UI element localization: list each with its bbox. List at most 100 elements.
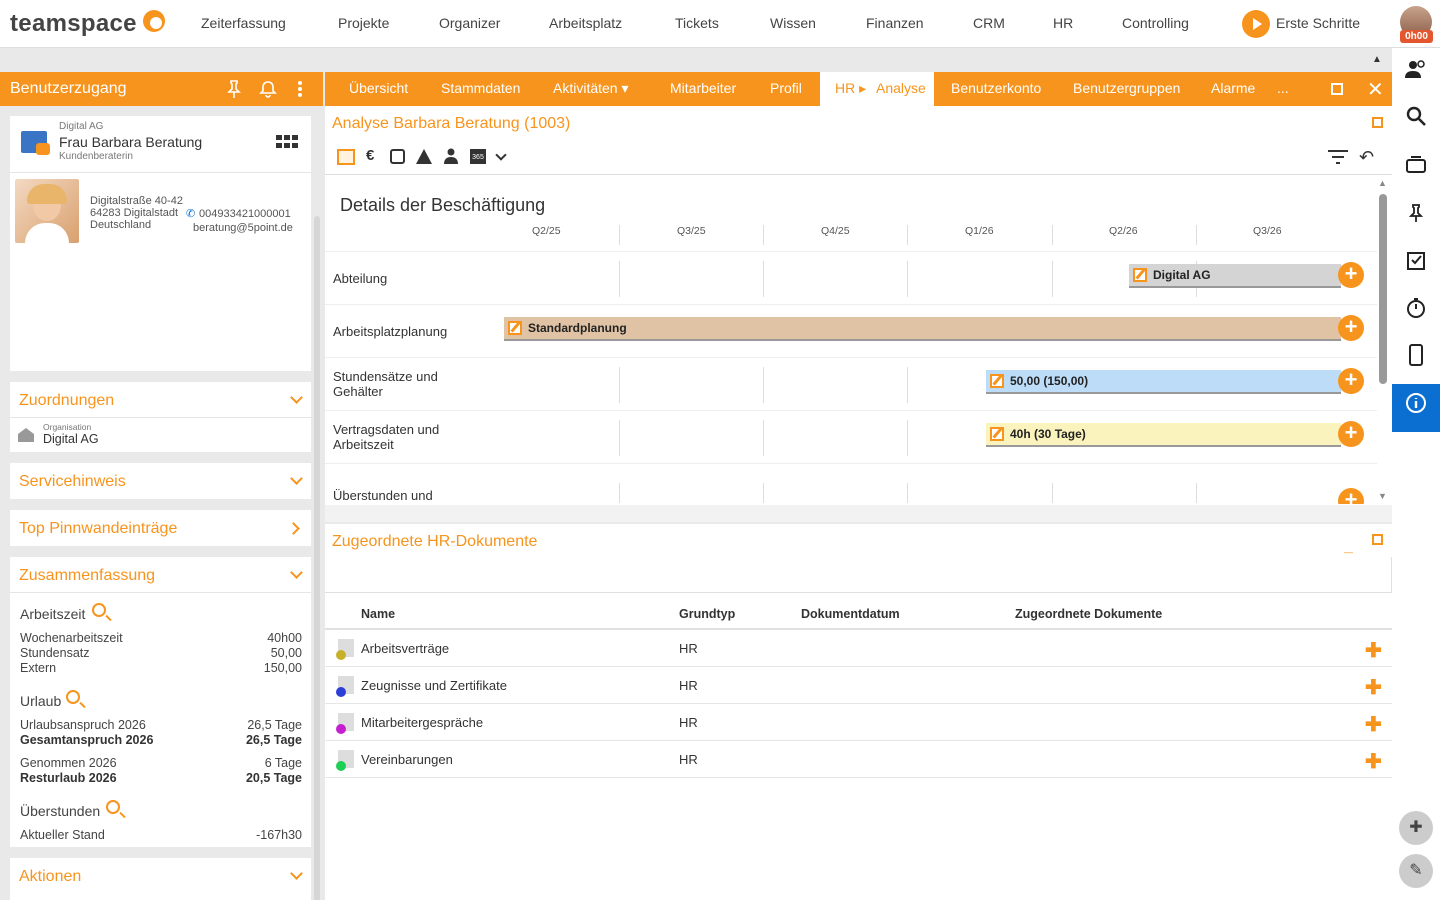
nav-projekte[interactable]: Projekte: [338, 15, 389, 31]
left-scrollbar[interactable]: [314, 216, 320, 900]
undo-icon[interactable]: ↶: [1359, 147, 1374, 168]
warning-icon[interactable]: [416, 149, 432, 164]
tab-uebersicht[interactable]: Übersicht: [349, 80, 408, 96]
filter-icon[interactable]: [1328, 150, 1348, 167]
wrench-icon[interactable]: ✎: [1399, 854, 1433, 888]
pin-icon[interactable]: [1392, 192, 1440, 240]
search-icon[interactable]: [106, 800, 120, 814]
nav-hr[interactable]: HR: [1053, 15, 1073, 31]
tab-stammdaten[interactable]: Stammdaten: [441, 80, 520, 96]
edit-icon[interactable]: [990, 374, 1004, 388]
chevron-down-icon[interactable]: [290, 391, 303, 404]
edit-icon[interactable]: [508, 321, 522, 335]
table-row[interactable]: Vereinbarungen HR ✚: [325, 741, 1392, 778]
tab-benutzergruppen[interactable]: Benutzergruppen: [1073, 80, 1180, 96]
chevron-right-icon[interactable]: [287, 522, 300, 535]
app-logo[interactable]: teamspace: [10, 10, 137, 38]
add-button[interactable]: +: [1338, 488, 1364, 504]
tab-aktivitaeten[interactable]: Aktivitäten ▾: [553, 80, 629, 97]
scroll-up-icon[interactable]: ▲: [1372, 54, 1382, 65]
tab-hr-parent[interactable]: HR ▸: [835, 80, 866, 97]
pinnwand-section[interactable]: Top Pinnwandeinträge: [10, 510, 311, 546]
inbox-icon[interactable]: [1392, 144, 1440, 192]
doc-name[interactable]: Vereinbarungen: [361, 752, 453, 767]
add-button[interactable]: +: [1338, 315, 1364, 341]
grid-menu-icon[interactable]: [276, 135, 298, 152]
table-row[interactable]: Arbeitsverträge HR ✚: [325, 630, 1392, 667]
play-icon[interactable]: [1242, 10, 1270, 38]
scroll-down-icon[interactable]: ▼: [1378, 491, 1387, 501]
chevron-down-icon[interactable]: [290, 472, 303, 485]
chevron-down-icon[interactable]: [495, 149, 507, 161]
timeline-bar-arbeitsplatzplanung[interactable]: Standardplanung: [504, 317, 1341, 341]
add-document-icon[interactable]: ✚: [1365, 749, 1382, 774]
servicehinweis-section[interactable]: Servicehinweis: [10, 463, 311, 499]
servicehinweis-title[interactable]: Servicehinweis: [19, 473, 126, 491]
timeline-bar-abteilung[interactable]: Digital AG: [1129, 264, 1341, 288]
column-header-name[interactable]: Name: [361, 607, 395, 621]
nav-crm[interactable]: CRM: [973, 15, 1005, 31]
nav-wissen[interactable]: Wissen: [770, 15, 816, 31]
chevron-down-icon[interactable]: [290, 566, 303, 579]
doc-name[interactable]: Arbeitsverträge: [361, 641, 449, 656]
column-header-dokumentdatum[interactable]: Dokumentdatum: [801, 607, 900, 621]
scroll-up-icon[interactable]: ▲: [1378, 178, 1387, 188]
search-icon[interactable]: [92, 603, 106, 617]
nav-finanzen[interactable]: Finanzen: [866, 15, 924, 31]
users-icon[interactable]: [1392, 48, 1440, 96]
contact-phone[interactable]: 004933421000001: [199, 208, 291, 220]
add-button[interactable]: +: [1338, 421, 1364, 447]
tab-benutzerkonto[interactable]: Benutzerkonto: [951, 80, 1041, 96]
nav-arbeitsplatz[interactable]: Arbeitsplatz: [549, 15, 622, 31]
fullscreen-icon[interactable]: [1331, 83, 1343, 95]
table-row[interactable]: Mitarbeitergespräche HR ✚: [325, 704, 1392, 741]
person-icon[interactable]: [443, 148, 459, 167]
nav-controlling[interactable]: Controlling: [1122, 15, 1189, 31]
search-icon[interactable]: [1392, 96, 1440, 144]
tab-analyse[interactable]: Analyse: [876, 80, 926, 96]
column-header-zugeordnete[interactable]: Zugeordnete Dokumente: [1015, 607, 1162, 621]
organisation-value[interactable]: Digital AG: [43, 432, 99, 446]
chart-view-icon[interactable]: [337, 149, 355, 165]
nav-tickets[interactable]: Tickets: [675, 15, 719, 31]
zuordnungen-title[interactable]: Zuordnungen: [19, 392, 114, 410]
erste-schritte-link[interactable]: Erste Schritte: [1276, 15, 1360, 31]
bell-icon[interactable]: [259, 80, 277, 103]
timeline-bar-stundensaetze[interactable]: 50,00 (150,00): [986, 370, 1341, 394]
task-check-icon[interactable]: [1392, 240, 1440, 288]
add-document-icon[interactable]: ✚: [1365, 675, 1382, 700]
pinnwand-title[interactable]: Top Pinnwandeinträge: [19, 520, 177, 538]
mobile-icon[interactable]: [1392, 336, 1440, 384]
timeline-bar-vertragsdaten[interactable]: 40h (30 Tage): [986, 423, 1341, 447]
contact-name[interactable]: Frau Barbara Beratung: [59, 134, 202, 150]
doc-name[interactable]: Zeugnisse und Zertifikate: [361, 678, 507, 693]
close-icon[interactable]: ✕: [1367, 77, 1384, 102]
search-icon[interactable]: [66, 690, 80, 704]
add-circle-icon[interactable]: ✚: [1399, 811, 1433, 845]
euro-icon[interactable]: €: [366, 147, 374, 164]
edit-icon[interactable]: [1133, 268, 1147, 282]
expand-icon[interactable]: [1372, 534, 1383, 545]
aktionen-title[interactable]: Aktionen: [19, 868, 81, 886]
contact-email[interactable]: beratung@5point.de: [193, 222, 293, 234]
doc-name[interactable]: Mitarbeitergespräche: [361, 715, 483, 730]
pin-icon[interactable]: [226, 80, 242, 103]
expand-icon[interactable]: [1372, 117, 1383, 128]
nav-zeiterfassung[interactable]: Zeiterfassung: [201, 15, 286, 31]
column-header-grundtyp[interactable]: Grundtyp: [679, 607, 735, 621]
add-document-icon[interactable]: ✚: [1365, 712, 1382, 737]
add-button[interactable]: +: [1338, 262, 1364, 288]
aktionen-section[interactable]: Aktionen: [10, 858, 311, 900]
table-row[interactable]: Zeugnisse und Zertifikate HR ✚: [325, 667, 1392, 704]
calendar-365-icon[interactable]: 365: [470, 149, 486, 164]
info-icon[interactable]: [1392, 384, 1440, 432]
tab-hr-analyse[interactable]: HR ▸ Analyse: [820, 72, 934, 106]
chevron-down-icon[interactable]: [290, 867, 303, 880]
tab-alarme[interactable]: Alarme: [1211, 80, 1255, 96]
add-button[interactable]: +: [1338, 368, 1364, 394]
edit-icon[interactable]: [990, 427, 1004, 441]
tab-more[interactable]: ...: [1277, 80, 1289, 96]
more-vertical-icon[interactable]: [297, 80, 303, 103]
clock-icon[interactable]: [390, 149, 405, 164]
gantt-scrollbar[interactable]: [1379, 194, 1387, 384]
